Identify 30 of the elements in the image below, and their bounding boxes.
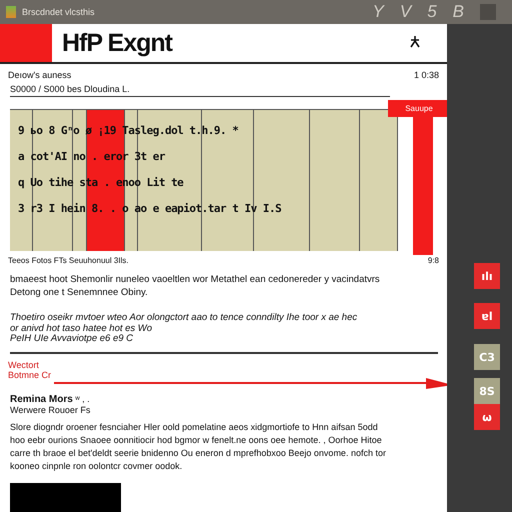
- callout-label: Botmne Cr: [8, 370, 52, 380]
- table-caption: Teeos Fotos FTs Seuuhonuul 3Ils.: [8, 256, 129, 265]
- action-button[interactable]: Sauupe: [388, 100, 447, 117]
- paragraph: PeIH UIe Avvaviotpe e6 e9 C: [9, 334, 134, 344]
- document-subtitle: S0000 / S000 bes Dloudina L.: [10, 80, 390, 97]
- document-time: 1 0:38: [414, 70, 439, 80]
- page-number: 9:8: [428, 256, 439, 265]
- note-subtitle: Werwere Rouoer Fs: [10, 405, 92, 415]
- toolbar-button[interactable]: Y: [372, 2, 384, 22]
- toolbar-button[interactable]: 5: [427, 2, 437, 22]
- toolbar-button[interactable]: V: [400, 2, 412, 22]
- window-title: Brscdndet vlcsthis: [22, 7, 96, 17]
- callout-label: Wectort: [8, 360, 40, 370]
- paragraph: Thoetiro oseikr mvtoer wteo Aor olongctort aao to tence conndilty Ihe toor x ae hec: [9, 311, 358, 324]
- side-button[interactable]: ılı: [474, 263, 500, 289]
- paragraph: Detong one t Senemnnee Obiny.: [9, 286, 149, 299]
- document-title: HfP Exgnt: [62, 28, 174, 58]
- side-button[interactable]: ω: [474, 404, 500, 430]
- side-button[interactable]: 8S: [474, 378, 500, 404]
- note-mark: ʷ , .: [75, 394, 90, 404]
- toolbar-button[interactable]: B: [452, 2, 464, 22]
- document-label: Deıow's auness: [8, 70, 72, 80]
- side-button[interactable]: ɐl: [474, 303, 500, 329]
- note-title: Remina Mors: [10, 394, 73, 405]
- paragraph: or anivd hot taso hatee hot es Wo: [9, 324, 154, 334]
- side-button[interactable]: C3: [474, 344, 500, 370]
- logo-block: [0, 24, 52, 62]
- note-body: Slore diogndr oroener fesnciaher Hler oold pomelatine aeos xidgmortiofe to Hnn aifsan 5odd hoo eebr ourions Snaoee oonnitiocir hod bgmor w fenelt.ne oons oee hemote. , Oorhoe Hitoe carre th braoe el bet'deldt seerie bnidenno Ou eneron d mprefhobxoo Beejo onvome. nofch tor kooneo cinpnle ron oolontcr covmer oodok.: [9, 421, 387, 473]
- paragraph: bmaeest hoot Shemonlir nuneleo vaoeltlen wor Metathel ean cedonereder y vacindatvrs: [9, 273, 381, 286]
- app-icon: [6, 6, 16, 18]
